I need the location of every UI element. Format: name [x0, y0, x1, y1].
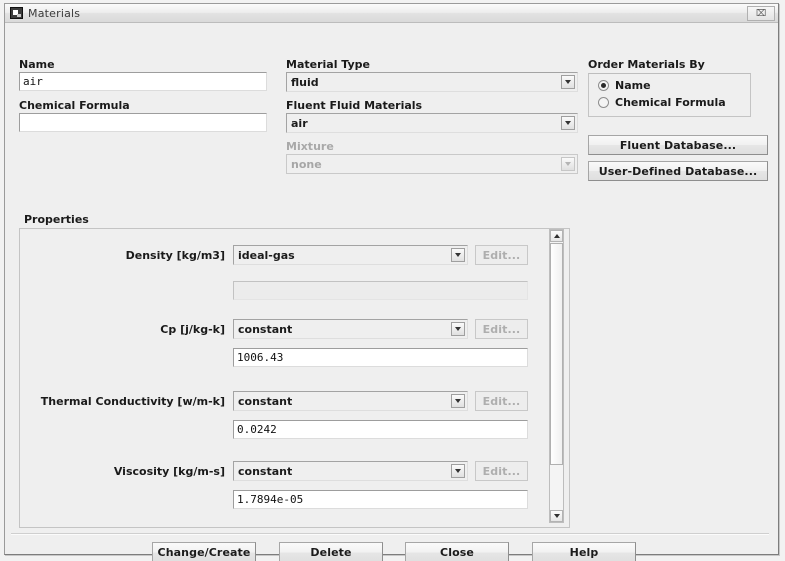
material-type-label: Material Type	[286, 58, 371, 71]
materials-window: Materials ⌧ Name air Chemical Formula Ma…	[4, 3, 779, 561]
chevron-down-icon	[561, 157, 575, 171]
window-title: Materials	[28, 6, 81, 20]
chevron-down-icon[interactable]	[451, 464, 465, 478]
property-method-value-thermal-conductivity: constant	[238, 394, 293, 408]
property-method-value-cp: constant	[238, 322, 293, 336]
scroll-up-icon[interactable]	[550, 230, 563, 242]
help-button[interactable]: Help	[532, 542, 636, 561]
mixture-dropdown: none	[286, 154, 578, 174]
chemical-formula-input[interactable]	[19, 113, 267, 132]
property-method-viscosity[interactable]: constant	[233, 461, 468, 481]
property-method-value-viscosity: constant	[238, 464, 293, 478]
chevron-down-icon[interactable]	[451, 248, 465, 262]
mixture-label: Mixture	[286, 140, 334, 153]
property-label-thermal-conductivity: Thermal Conductivity [w/m-k]	[40, 395, 225, 408]
chevron-down-icon[interactable]	[451, 394, 465, 408]
change-create-button[interactable]: Change/Create	[152, 542, 256, 561]
property-label-viscosity: Viscosity [kg/m-s]	[113, 465, 225, 478]
chevron-down-icon[interactable]	[451, 322, 465, 336]
chemical-formula-label: Chemical Formula	[19, 99, 130, 112]
properties-scrollbar[interactable]	[549, 229, 564, 523]
property-value-viscosity[interactable]: 1.7894e-05	[233, 490, 528, 509]
name-label: Name	[19, 58, 55, 71]
order-materials-by-title: Order Materials By	[588, 58, 705, 71]
materials-dialog-screen: Materials ⌧ Name air Chemical Formula Ma…	[0, 0, 785, 561]
property-edit-button-density: Edit...	[475, 245, 528, 265]
delete-button[interactable]: Delete	[279, 542, 383, 561]
radio-label-name: Name	[615, 79, 651, 92]
property-method-density[interactable]: ideal-gas	[233, 245, 468, 265]
radio-order-by-chemical-formula[interactable]: Chemical Formula	[598, 95, 726, 110]
material-type-value: fluid	[291, 75, 319, 89]
scroll-down-icon[interactable]	[550, 510, 563, 522]
property-value-thermal-conductivity[interactable]: 0.0242	[233, 420, 528, 439]
dialog-client-area: Name air Chemical Formula Material Type …	[5, 23, 778, 561]
fluent-database-button[interactable]: Fluent Database...	[588, 135, 768, 155]
mixture-value: none	[291, 157, 322, 171]
fluent-fluid-materials-value: air	[291, 116, 308, 130]
property-label-density: Density [kg/m3]	[125, 249, 225, 262]
radio-indicator-name[interactable]	[598, 80, 609, 91]
window-titlebar: Materials ⌧	[5, 4, 778, 23]
user-defined-database-button[interactable]: User-Defined Database...	[588, 161, 768, 181]
property-value-density	[233, 281, 528, 300]
window-controls: ⌧	[747, 6, 775, 21]
property-edit-button-thermal-conductivity: Edit...	[475, 391, 528, 411]
chevron-down-icon[interactable]	[561, 116, 575, 130]
properties-panel	[19, 228, 570, 528]
fluent-fluid-materials-dropdown[interactable]: air	[286, 113, 578, 133]
close-icon[interactable]: ⌧	[747, 6, 775, 21]
footer-separator	[11, 533, 769, 535]
property-value-cp[interactable]: 1006.43	[233, 348, 528, 367]
material-type-dropdown[interactable]: fluid	[286, 72, 578, 92]
fluent-fluid-materials-label: Fluent Fluid Materials	[286, 99, 423, 112]
close-button[interactable]: Close	[405, 542, 509, 561]
chevron-down-icon[interactable]	[561, 75, 575, 89]
name-input[interactable]: air	[19, 72, 267, 91]
radio-label-chemical-formula: Chemical Formula	[615, 96, 726, 109]
property-label-cp: Cp [j/kg-k]	[160, 323, 225, 336]
radio-indicator-chemical-formula[interactable]	[598, 97, 609, 108]
property-method-cp[interactable]: constant	[233, 319, 468, 339]
property-edit-button-viscosity: Edit...	[475, 461, 528, 481]
scrollbar-thumb[interactable]	[550, 243, 563, 465]
radio-order-by-name[interactable]: Name	[598, 78, 651, 93]
properties-title: Properties	[21, 213, 92, 226]
property-method-value-density: ideal-gas	[238, 248, 295, 262]
property-method-thermal-conductivity[interactable]: constant	[233, 391, 468, 411]
property-edit-button-cp: Edit...	[475, 319, 528, 339]
materials-window-icon	[10, 7, 23, 19]
